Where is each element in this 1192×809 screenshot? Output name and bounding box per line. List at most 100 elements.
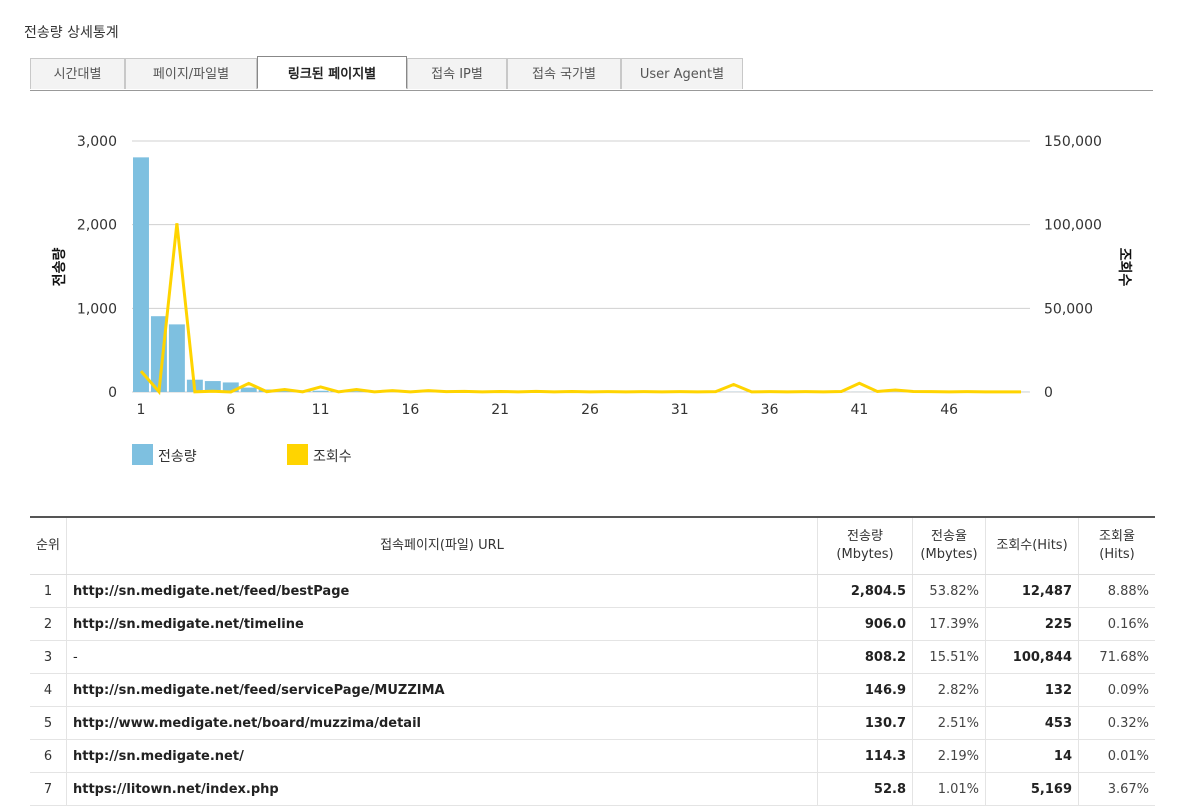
hits-cell: 453 xyxy=(985,706,1079,740)
bar-transfer-7 xyxy=(240,387,257,392)
table-row: 7 https://litown.net/index.php 52.8 1.01… xyxy=(30,772,1155,806)
hits-cell: 5,169 xyxy=(985,772,1079,806)
hit-rate-cell: 0.09% xyxy=(1078,673,1155,707)
hit-rate-cell: 8.88% xyxy=(1078,574,1155,608)
bar-transfer-1 xyxy=(133,157,149,392)
table-row: 2 http://sn.medigate.net/timeline 906.0 … xyxy=(30,607,1155,641)
tab-by-country[interactable]: 접속 국가별 xyxy=(507,58,621,89)
hit-rate-cell: 0.01% xyxy=(1078,739,1155,773)
y-left-tick-label: 2,000 xyxy=(77,218,117,234)
rank-cell: 1 xyxy=(30,574,67,608)
x-tick-label: 6 xyxy=(226,402,235,418)
hit-rate-cell: 0.16% xyxy=(1078,607,1155,641)
transfer-rate-cell: 2.82% xyxy=(912,673,986,707)
hits-cell: 100,844 xyxy=(985,640,1079,674)
y-left-tick-label: 1,000 xyxy=(77,301,117,317)
line-hits xyxy=(139,223,1022,396)
y-left-axis-label: 전송량 xyxy=(51,248,68,287)
header-transfer-rate-line1: 전송율 xyxy=(931,529,967,544)
transfer-rate-cell: 17.39% xyxy=(912,607,986,641)
y-right-tick-label: 150,000 xyxy=(1044,134,1102,150)
y-right-tick-label: 100,000 xyxy=(1044,218,1102,234)
x-tick-label: 36 xyxy=(761,402,779,418)
tab-by-linked-page[interactable]: 링크된 페이지별 xyxy=(257,56,407,89)
transfer-cell: 130.7 xyxy=(817,706,913,740)
hits-cell: 225 xyxy=(985,607,1079,641)
y-right-tick-label: 50,000 xyxy=(1044,301,1093,317)
transfer-rate-cell: 53.82% xyxy=(912,574,986,608)
rank-cell: 4 xyxy=(30,673,67,707)
hits-cell: 132 xyxy=(985,673,1079,707)
x-tick-label: 21 xyxy=(491,402,509,418)
transfer-chart: 0 1,000 2,000 3,000 0 50,000 100,000 150,000 전송량… xyxy=(51,134,1132,465)
table-row: 3 - 808.2 15.51% 100,844 71.68% xyxy=(30,640,1155,674)
transfer-rate-cell: 1.01% xyxy=(912,772,986,806)
legend-swatch-transfer xyxy=(132,444,153,465)
header-transfer: 전송량 (Mbytes) xyxy=(817,516,913,575)
transfer-rate-cell: 2.51% xyxy=(912,706,986,740)
table-row: 6 http://sn.medigate.net/ 114.3 2.19% 14… xyxy=(30,739,1155,773)
table-row: 4 http://sn.medigate.net/feed/servicePag… xyxy=(30,673,1155,707)
legend-swatch-hits xyxy=(287,444,308,465)
header-rank: 순위 xyxy=(30,516,67,575)
header-hits: 조회수(Hits) xyxy=(985,516,1079,575)
header-transfer-rate: 전송율 (Mbytes) xyxy=(912,516,986,575)
tab-by-time[interactable]: 시간대별 xyxy=(30,58,125,89)
page-title: 전송량 상세통계 xyxy=(24,25,119,41)
table-row: 1 http://sn.medigate.net/feed/bestPage 2… xyxy=(30,574,1155,608)
header-hit-rate-line2: (Hits) xyxy=(1099,547,1135,562)
x-tick-label: 46 xyxy=(940,402,958,418)
tab-bar: 시간대별 페이지/파일별 링크된 페이지별 접속 IP별 접속 국가별 User… xyxy=(30,56,1153,91)
rank-cell: 3 xyxy=(30,640,67,674)
hits-cell: 14 xyxy=(985,739,1079,773)
transfer-cell: 906.0 xyxy=(817,607,913,641)
rank-cell: 7 xyxy=(30,772,67,806)
bar-transfer-3 xyxy=(168,324,185,392)
x-tick-label: 31 xyxy=(671,402,689,418)
tab-by-ip[interactable]: 접속 IP별 xyxy=(407,58,507,89)
url-cell: http://sn.medigate.net/feed/servicePage/… xyxy=(66,673,818,707)
header-url: 접속페이지(파일) URL xyxy=(66,516,818,575)
rank-cell: 5 xyxy=(30,706,67,740)
header-hit-rate: 조회율 (Hits) xyxy=(1078,516,1155,575)
table-row: 5 http://www.medigate.net/board/muzzima/… xyxy=(30,706,1155,740)
hits-cell: 12,487 xyxy=(985,574,1079,608)
header-transfer-rate-line2: (Mbytes) xyxy=(920,547,978,562)
transfer-cell: 808.2 xyxy=(817,640,913,674)
header-hit-rate-line1: 조회율 xyxy=(1099,529,1135,544)
rank-cell: 2 xyxy=(30,607,67,641)
url-cell: http://sn.medigate.net/feed/bestPage xyxy=(66,574,818,608)
y-right-tick-label: 0 xyxy=(1044,385,1053,401)
transfer-cell: 52.8 xyxy=(817,772,913,806)
transfer-rate-cell: 15.51% xyxy=(912,640,986,674)
transfer-cell: 114.3 xyxy=(817,739,913,773)
header-transfer-line1: 전송량 xyxy=(847,529,883,544)
tab-by-page-file[interactable]: 페이지/파일별 xyxy=(125,58,257,89)
legend-label-hits: 조회수 xyxy=(313,449,352,465)
hit-rate-cell: 71.68% xyxy=(1078,640,1155,674)
y-left-tick-label: 3,000 xyxy=(77,134,117,150)
url-cell: - xyxy=(66,640,818,674)
x-tick-label: 26 xyxy=(581,402,599,418)
transfer-rate-cell: 2.19% xyxy=(912,739,986,773)
bar-transfer-11 xyxy=(312,390,329,392)
url-cell: https://litown.net/index.php xyxy=(66,772,818,806)
tab-by-user-agent[interactable]: User Agent별 xyxy=(621,58,743,89)
transfer-cell: 146.9 xyxy=(817,673,913,707)
rank-cell: 6 xyxy=(30,739,67,773)
transfer-cell: 2,804.5 xyxy=(817,574,913,608)
x-tick-label: 41 xyxy=(850,402,868,418)
stats-table: 순위 접속페이지(파일) URL 전송량 (Mbytes) 전송율 (Mbyte… xyxy=(30,516,1155,806)
x-tick-label: 1 xyxy=(137,402,146,418)
y-right-axis-label: 조회수 xyxy=(1116,248,1132,287)
hit-rate-cell: 3.67% xyxy=(1078,772,1155,806)
hit-rate-cell: 0.32% xyxy=(1078,706,1155,740)
table-header-row: 순위 접속페이지(파일) URL 전송량 (Mbytes) 전송율 (Mbyte… xyxy=(30,516,1155,575)
url-cell: http://sn.medigate.net/ xyxy=(66,739,818,773)
x-tick-label: 11 xyxy=(312,402,330,418)
url-cell: http://www.medigate.net/board/muzzima/de… xyxy=(66,706,818,740)
y-left-tick-label: 0 xyxy=(108,385,117,401)
x-tick-label: 16 xyxy=(401,402,419,418)
url-cell: http://sn.medigate.net/timeline xyxy=(66,607,818,641)
header-transfer-line2: (Mbytes) xyxy=(836,547,894,562)
